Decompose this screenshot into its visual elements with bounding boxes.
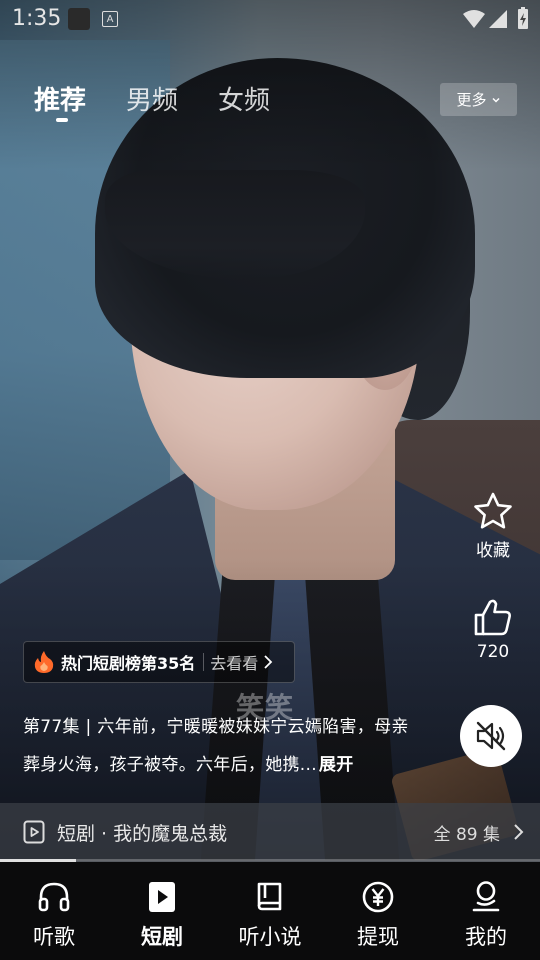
nav-audio-novel[interactable]: 听小说 (216, 862, 324, 960)
like-count: 720 (476, 642, 510, 662)
like-button[interactable]: 720 (462, 596, 524, 662)
tab-male[interactable]: 男频 (126, 80, 178, 117)
notification-app-icon (68, 8, 90, 30)
video-file-icon (23, 820, 45, 844)
speaker-muted-icon (476, 721, 506, 751)
profile-icon (472, 881, 500, 912)
nav-label: 我的 (465, 925, 507, 949)
status-time: 1:35 (12, 6, 62, 31)
signal-icon (489, 10, 507, 28)
nav-short-drama[interactable]: 短剧 (108, 862, 216, 960)
episode-total: 全 89 集 (433, 824, 500, 845)
chevron-right-icon (514, 824, 524, 840)
nav-listen-music[interactable]: 听歌 (0, 862, 108, 960)
headphones-icon (38, 882, 70, 912)
nav-label: 听歌 (33, 925, 75, 949)
expand-link[interactable]: 展开 (319, 755, 354, 775)
chevron-right-icon (264, 655, 273, 669)
hot-ranking-chip[interactable]: 热门短剧榜第35名 去看看 (23, 641, 295, 683)
notification-a-icon: A (102, 11, 118, 27)
book-icon (257, 882, 282, 911)
chevron-down-icon (491, 97, 500, 103)
battery-charging-icon (518, 7, 528, 29)
thumbs-up-icon (474, 599, 511, 636)
bottom-nav: 听歌 短剧 听小说 提现 我的 (0, 862, 540, 960)
star-icon (474, 492, 512, 529)
more-button-label: 更多 (456, 91, 487, 109)
yen-icon (362, 881, 394, 913)
nav-label: 听小说 (238, 925, 302, 949)
nav-profile[interactable]: 我的 (432, 862, 540, 960)
nav-label: 短剧 (141, 925, 183, 949)
nav-withdraw[interactable]: 提现 (324, 862, 432, 960)
go-see-label: 去看看 (210, 654, 259, 673)
favorite-button[interactable]: 收藏 (462, 490, 524, 561)
status-bar: 1:35 A (0, 0, 540, 38)
nav-label: 提现 (357, 925, 399, 949)
fire-icon (34, 651, 54, 673)
chip-divider (203, 653, 205, 671)
more-button[interactable]: 更多 (440, 83, 517, 116)
series-bar[interactable]: 短剧 · 我的魔鬼总裁 全 89 集 (0, 803, 540, 861)
play-icon (149, 882, 175, 912)
wifi-icon (463, 10, 485, 28)
episode-description: 第77集 | 六年前，宁暖暖被妹妹宁云嫣陷害，母亲葬身火海，孩子被夺。六年后，她… (23, 708, 413, 784)
hot-ranking-title: 热门短剧榜第35名 (61, 654, 196, 673)
mute-button[interactable] (460, 705, 522, 767)
tab-active-indicator (56, 118, 68, 122)
tab-female[interactable]: 女频 (218, 80, 270, 117)
series-title: 短剧 · 我的魔鬼总裁 (57, 822, 228, 845)
favorite-label: 收藏 (476, 541, 510, 561)
tab-recommended[interactable]: 推荐 (34, 80, 86, 117)
